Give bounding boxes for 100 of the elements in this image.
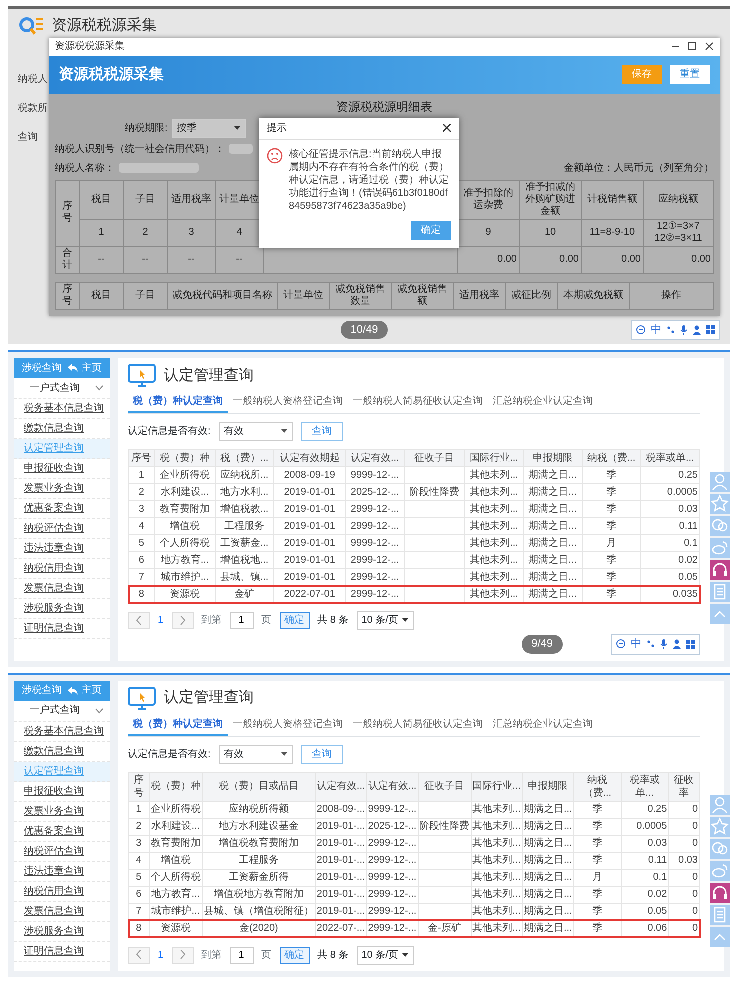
sidebar-item[interactable]: 纳税信用查询	[14, 559, 110, 579]
headset-icon[interactable]	[710, 882, 730, 902]
table-cell: 2019-01-01	[274, 534, 346, 552]
table-cell: 企业所得税	[154, 466, 216, 484]
validity-select[interactable]: 有效	[218, 744, 293, 764]
language-toggle[interactable]: 中	[651, 322, 662, 338]
person-icon[interactable]	[693, 324, 701, 335]
sidebar-item[interactable]: 纳税评估查询	[14, 842, 110, 862]
sidebar-item[interactable]: 发票业务查询	[14, 802, 110, 822]
table-cell: 地方水利...	[215, 484, 274, 500]
sidebar-item[interactable]: 纳税信用查询	[14, 882, 110, 902]
column-header: 适用税率	[454, 282, 506, 309]
grid-icon[interactable]	[686, 640, 695, 649]
monitor-icon	[128, 364, 156, 388]
sidebar-item[interactable]: 税务基本信息查询	[14, 399, 110, 419]
page-number[interactable]: 1	[158, 948, 164, 962]
column-header: 纳税（费...	[582, 450, 641, 466]
table-cell: 其他未列...	[471, 835, 522, 852]
next-page-button[interactable]	[172, 612, 194, 629]
sidebar-item[interactable]: 违法违章查询	[14, 862, 110, 882]
tab[interactable]: 税（费）种认定查询	[128, 392, 228, 413]
page-number[interactable]: 1	[158, 613, 164, 628]
table-cell: 2019-01-...	[315, 886, 367, 903]
sidebar-item[interactable]: 涉税服务查询	[14, 922, 110, 942]
table-cell: 应纳税所...	[215, 466, 274, 484]
sidebar-item[interactable]: 优惠备案查询	[14, 499, 110, 519]
tab[interactable]: 一般纳税人资格登记查询	[228, 392, 348, 413]
table-cell: 其他未列...	[471, 920, 522, 937]
column-header: 申报期限	[524, 450, 582, 466]
tab[interactable]: 汇总纳税企业认定查询	[488, 714, 598, 736]
tab[interactable]: 汇总纳税企业认定查询	[488, 392, 598, 413]
table-cell: 2999-12-...	[366, 852, 418, 869]
table-cell: 地方教育...	[154, 552, 216, 568]
table-cell: 工资薪金所得	[202, 869, 316, 886]
star-icon[interactable]	[710, 494, 730, 514]
page-size-select[interactable]: 10 条/页	[356, 611, 414, 630]
table-cell: 0.00	[644, 246, 714, 273]
column-header: 减征比例	[506, 282, 558, 309]
goto-label: 到第	[202, 614, 222, 628]
sidebar-item[interactable]: 证明信息查询	[14, 619, 110, 639]
table-cell: 0	[668, 835, 700, 852]
table-cell: 3	[128, 500, 155, 518]
star-icon[interactable]	[710, 816, 730, 836]
previous-page-button[interactable]	[128, 946, 150, 964]
circle-minus-icon[interactable]	[636, 324, 646, 335]
tab[interactable]: 一般纳税人资格登记查询	[228, 714, 348, 736]
tab[interactable]: 税（费）种认定查询	[128, 714, 228, 736]
column-header: 认定有效...	[315, 772, 367, 801]
microphone-icon[interactable]	[660, 639, 668, 650]
column-header: 本期减免税额	[558, 282, 630, 309]
table-cell: 0.11	[640, 518, 700, 534]
page-label: 页	[262, 614, 272, 628]
period-select[interactable]: 按季	[172, 118, 246, 138]
sidebar-item[interactable]: 纳税评估查询	[14, 519, 110, 539]
table-cell: 2	[124, 219, 168, 246]
column-header: 序号	[56, 282, 80, 309]
table-cell: 期满之日...	[524, 518, 582, 534]
table-cell: 增值税教育费附加	[202, 835, 316, 852]
field-label: 查询	[18, 130, 39, 144]
table-cell: 水利建设...	[154, 484, 216, 500]
reset-button[interactable]: 重置	[670, 65, 710, 84]
circle-minus-icon[interactable]	[616, 639, 626, 650]
monitor-icon	[128, 686, 156, 710]
tab[interactable]: 一般纳税人简易征收认定查询	[348, 714, 488, 736]
column-header: 减免税销售数量	[330, 282, 392, 309]
page-size-select[interactable]: 10 条/页	[356, 946, 414, 964]
sidebar-item[interactable]: 发票业务查询	[14, 479, 110, 499]
table-cell: 0	[668, 869, 700, 886]
person-icon[interactable]	[673, 639, 681, 650]
sidebar-item[interactable]: 申报征收查询	[14, 459, 110, 479]
sidebar-item[interactable]: 优惠备案查询	[14, 822, 110, 842]
dots-icon[interactable]	[647, 639, 655, 650]
column-header: 国际行业...	[471, 772, 522, 801]
column-header: 准予扣减的外购矿购进金额	[520, 180, 582, 219]
grid-icon[interactable]	[706, 325, 715, 334]
sidebar-item[interactable]: 证明信息查询	[14, 942, 110, 962]
language-toggle[interactable]: 中	[631, 636, 642, 652]
dots-icon[interactable]	[667, 324, 675, 335]
page-input[interactable]: 1	[230, 612, 254, 629]
sidebar-item[interactable]: 税务基本信息查询	[14, 722, 110, 742]
sidebar-group[interactable]: 一户式查询	[14, 378, 110, 399]
sidebar-item[interactable]: 发票信息查询	[14, 902, 110, 922]
page-input[interactable]: 1	[230, 946, 254, 964]
sidebar-item[interactable]: 涉税服务查询	[14, 599, 110, 619]
validity-select[interactable]: 有效	[218, 422, 293, 441]
close-icon[interactable]	[705, 42, 714, 51]
sidebar-item[interactable]: 申报征收查询	[14, 782, 110, 802]
table-cell: 增值税	[154, 518, 216, 534]
tab[interactable]: 一般纳税人简易征收认定查询	[348, 392, 488, 413]
column-header: 计量单位	[278, 282, 330, 309]
sidebar-item[interactable]: 发票信息查询	[14, 579, 110, 599]
close-icon[interactable]	[443, 124, 451, 132]
maximize-icon[interactable]	[688, 42, 697, 51]
table-cell: 0.1	[621, 869, 669, 886]
microphone-icon[interactable]	[680, 324, 688, 335]
sidebar-item[interactable]: 违法违章查询	[14, 539, 110, 559]
sidebar-group[interactable]: 一户式查询	[14, 700, 110, 722]
table-cell: 月	[582, 534, 641, 552]
next-page-button[interactable]	[172, 946, 194, 964]
headset-icon[interactable]	[710, 560, 730, 580]
